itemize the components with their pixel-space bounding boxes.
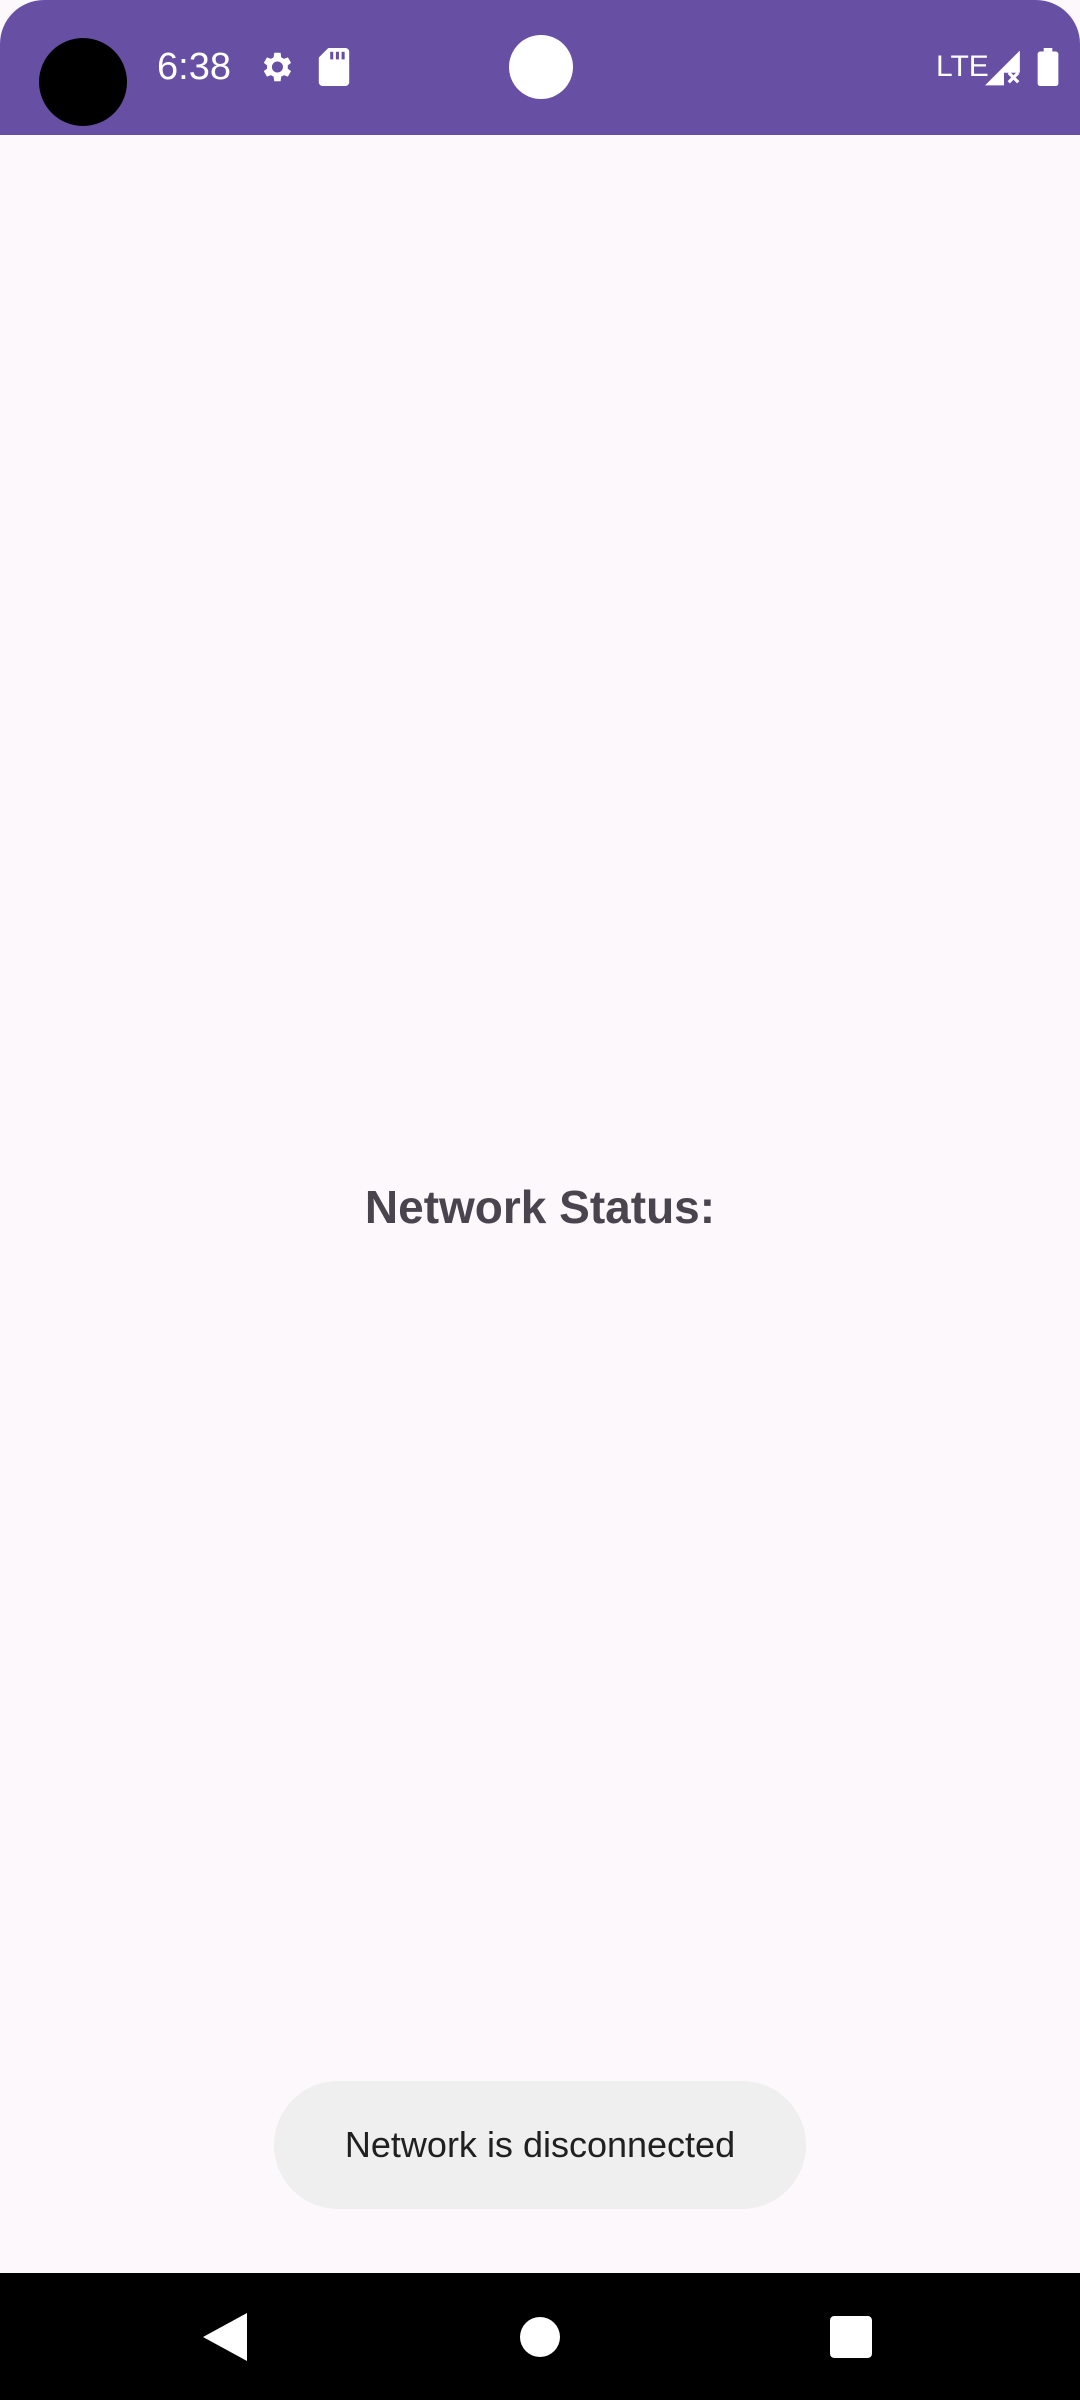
status-bar: 6:38 LTE	[0, 0, 1080, 135]
navigation-bar	[0, 2273, 1080, 2400]
back-button[interactable]	[145, 2273, 305, 2400]
status-center-dot	[509, 35, 573, 99]
home-button[interactable]	[460, 2273, 620, 2400]
main-content: Network Status:	[0, 135, 1080, 2273]
home-icon	[520, 2316, 560, 2357]
status-time: 6:38	[157, 46, 231, 88]
battery-icon	[1037, 48, 1059, 91]
camera-cutout	[39, 38, 127, 126]
recents-button[interactable]	[771, 2273, 931, 2400]
screen: 6:38 LTE Network Status: Network is disc…	[0, 0, 1080, 2400]
back-icon	[203, 2312, 247, 2361]
sd-card-icon	[318, 48, 350, 91]
network-type-label: LTE	[936, 50, 989, 83]
recents-icon	[830, 2315, 872, 2358]
toast-message: Network is disconnected	[274, 2081, 806, 2209]
signal-icon	[985, 50, 1023, 91]
settings-icon	[257, 48, 295, 91]
network-status-label: Network Status:	[364, 1181, 716, 1233]
